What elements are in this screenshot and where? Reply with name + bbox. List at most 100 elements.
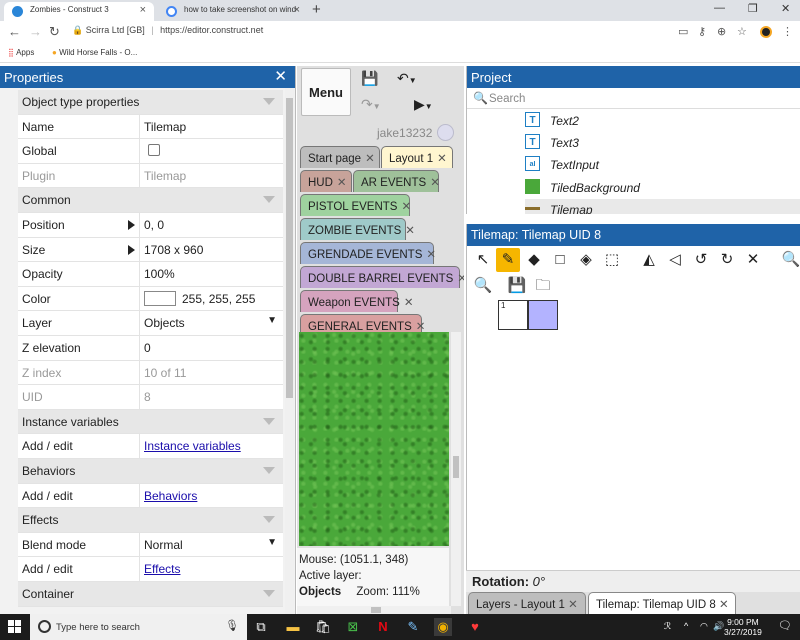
property-section[interactable]: Effects (18, 508, 283, 533)
profile-avatar[interactable] (760, 26, 772, 38)
close-tab-icon[interactable]: ✕ (401, 201, 411, 213)
search-input[interactable]: Search (489, 93, 525, 105)
window-close-icon[interactable]: ✕ (781, 2, 790, 15)
install-app-icon[interactable]: ▭ (678, 25, 688, 38)
bookmark-apps[interactable]: ⣿ Apps (8, 48, 34, 57)
close-tab-icon[interactable]: ✕ (337, 177, 347, 189)
tray-chevron-icon[interactable]: ^ (684, 621, 688, 631)
forward-icon[interactable]: → (29, 24, 42, 39)
pen-app-icon[interactable]: ✎ (404, 618, 422, 636)
red-app-icon[interactable]: ♥ (466, 618, 484, 636)
key-icon[interactable]: ⚷ (698, 25, 706, 38)
layout-tab[interactable]: GRENDADE EVENTS ✕ (300, 242, 436, 264)
username[interactable]: jake13232 (377, 126, 432, 140)
zoom-icon[interactable]: 🔍 (779, 248, 800, 272)
property-value[interactable]: Objects (144, 316, 185, 330)
canvas-horizontal-scrollbar[interactable] (297, 606, 451, 614)
layout-tab[interactable]: Layout 1 ✕ (381, 146, 453, 168)
close-tab-icon[interactable]: ✕ (404, 297, 414, 309)
layout-tab[interactable]: ZOMBIE EVENTS ✕ (300, 218, 415, 240)
close-tab-icon[interactable]: ✕ (568, 599, 578, 611)
bookmark-star-icon[interactable]: ☆ (737, 25, 747, 38)
open-folder-icon[interactable]: 🗀 (531, 274, 555, 298)
tile-1[interactable]: 1 (498, 300, 528, 330)
notifications-icon[interactable]: 🗨 (778, 619, 792, 632)
layout-tab[interactable]: Start page ✕ (300, 146, 380, 168)
taskbar-search[interactable]: Type here to search 🎙 (30, 614, 247, 640)
property-link[interactable]: Instance variables (144, 439, 241, 453)
property-value[interactable]: 100% (144, 267, 175, 281)
property-link[interactable]: Effects (144, 562, 180, 576)
microphone-icon[interactable]: 🎙 (225, 619, 239, 632)
scrollbar-thumb[interactable] (453, 456, 459, 478)
reset-icon[interactable]: ✕ (741, 248, 765, 272)
search-tiles-icon[interactable]: 🔍 (471, 274, 495, 298)
undo-icon[interactable]: ↶▼ (397, 70, 417, 87)
mirror-icon[interactable]: ◭ (637, 248, 661, 272)
expand-arrow-icon[interactable] (128, 244, 135, 255)
close-tab-icon[interactable]: ✕ (430, 177, 440, 189)
close-tab-icon[interactable]: ✕ (365, 153, 375, 165)
browser-tab-google[interactable]: how to take screenshot on wind × (158, 2, 308, 21)
close-tab-icon[interactable]: ✕ (457, 273, 464, 285)
canvas-vertical-scrollbar[interactable] (451, 332, 461, 606)
rotate-counterclockwise-icon[interactable]: ↺ (689, 248, 713, 272)
tile-2-selected[interactable] (528, 300, 558, 330)
global-checkbox[interactable] (148, 144, 160, 157)
close-properties-icon[interactable]: ✕ (274, 67, 287, 85)
property-value[interactable]: 1708 x 960 (144, 243, 203, 257)
layout-tab[interactable]: DOUBLE BARREL EVENTS ✕ (300, 266, 464, 288)
property-value[interactable]: 0, 0 (144, 218, 164, 232)
chrome-icon[interactable]: ◉ (434, 618, 452, 636)
dropdown-arrow-icon[interactable]: ▼ (267, 315, 277, 326)
windows-start-icon[interactable] (8, 620, 22, 634)
close-tab-icon[interactable]: ✕ (405, 225, 415, 237)
taskbar-search-input[interactable]: Type here to search (56, 622, 140, 633)
close-tab-icon[interactable]: × (294, 4, 300, 16)
project-item[interactable]: TiledBackground (525, 177, 800, 199)
tab-layers-layout-1[interactable]: Layers - Layout 1 ✕ (468, 592, 586, 614)
property-section[interactable]: Behaviors (18, 459, 283, 484)
project-item[interactable]: aI TextInput (525, 154, 800, 176)
flip-icon[interactable]: ◁ (663, 248, 687, 272)
property-value[interactable]: 0 (144, 341, 151, 355)
dropdown-arrow-icon[interactable]: ▼ (267, 537, 277, 548)
properties-scrollbar[interactable] (285, 88, 294, 614)
browser-tab-construct[interactable]: Zombies - Construct 3 × (4, 2, 154, 21)
collapse-triangle-icon[interactable] (263, 417, 275, 425)
collapse-triangle-icon[interactable] (263, 590, 275, 597)
collapse-triangle-icon[interactable] (263, 98, 275, 105)
store-icon[interactable]: 🛍 (314, 618, 332, 636)
color-swatch[interactable] (144, 290, 176, 306)
url-field[interactable]: 🔒 Scirra Ltd [GB] | https://editor.const… (72, 25, 662, 40)
rectangle-icon[interactable]: □ (548, 248, 572, 272)
tab-tilemap-bar[interactable]: Tilemap: Tilemap UID 8 ✕ (588, 592, 736, 614)
zoom-icon[interactable]: ⊕ (717, 25, 726, 38)
scrollbar-thumb[interactable] (371, 607, 381, 613)
close-tab-icon[interactable]: ✕ (719, 599, 729, 611)
property-section[interactable]: Container (18, 582, 283, 607)
layout-tab[interactable]: PISTOL EVENTS ✕ (300, 194, 411, 216)
back-icon[interactable]: ← (8, 24, 21, 39)
project-item[interactable]: Tilemap (525, 198, 800, 214)
tray-people-icon[interactable]: ℛ (664, 621, 671, 632)
project-item[interactable]: T Text3 (525, 132, 800, 154)
tray-volume-icon[interactable]: 🔊 (713, 621, 724, 632)
fill-bucket-icon[interactable]: ◈ (574, 248, 598, 272)
rotate-clockwise-icon[interactable]: ↻ (715, 248, 739, 272)
restore-icon[interactable]: ❐ (748, 2, 758, 15)
property-section[interactable]: Common (18, 188, 283, 213)
close-tab-icon[interactable]: ✕ (437, 153, 447, 165)
property-link[interactable]: Behaviors (144, 489, 197, 503)
pencil-icon[interactable]: ✎ (496, 248, 520, 272)
collapse-triangle-icon[interactable] (263, 196, 275, 204)
layout-tab[interactable]: HUD ✕ (300, 170, 352, 192)
xbox-icon[interactable]: ⊠ (344, 618, 362, 636)
new-tab-button[interactable]: + (312, 1, 321, 18)
layout-tab[interactable]: Weapon EVENTS ✕ (300, 290, 413, 312)
more-menu-icon[interactable]: ⋮ (782, 25, 793, 38)
close-tab-icon[interactable]: ✕ (426, 249, 436, 261)
project-search[interactable]: 🔍 Search (467, 89, 800, 109)
expand-arrow-icon[interactable] (128, 220, 135, 230)
taskbar-clock[interactable]: 9:00 PM 3/27/2019 (724, 617, 762, 637)
